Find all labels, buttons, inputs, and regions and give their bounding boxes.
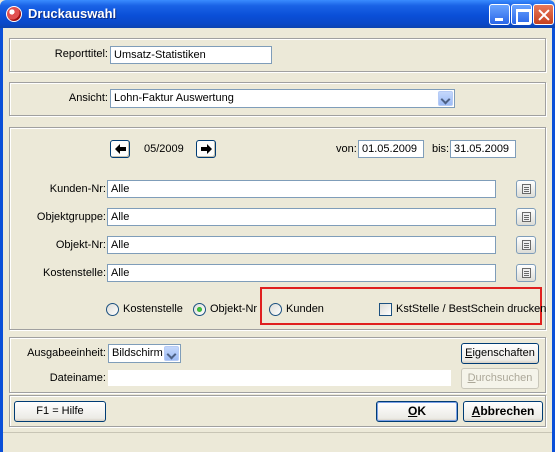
status-bar bbox=[3, 432, 552, 452]
view-select-value: Lohn-Faktur Auswertung bbox=[114, 92, 234, 104]
window-title: Druckauswahl bbox=[28, 6, 117, 21]
print-cost-center-label: KstStelle / BestSchein drucken bbox=[396, 303, 547, 315]
from-date-label: von: bbox=[336, 143, 357, 155]
object-group-label: Objektgruppe: bbox=[36, 211, 106, 223]
customer-label: Kunden-Nr: bbox=[49, 183, 106, 195]
radio-objekt-nr[interactable] bbox=[193, 303, 206, 316]
cost-center-label: Kostenstelle: bbox=[43, 267, 106, 279]
report-title-input[interactable]: Umsatz-Statistiken bbox=[110, 46, 272, 64]
title-bar[interactable]: Druckauswahl bbox=[0, 0, 555, 28]
output-device-value: Bildschirm bbox=[112, 347, 163, 359]
properties-button[interactable]: Eigenschaften bbox=[461, 343, 539, 364]
cost-center-input[interactable]: Alle bbox=[107, 264, 496, 282]
cost-center-lookup-button[interactable] bbox=[516, 264, 536, 282]
arrow-left-icon bbox=[115, 144, 126, 154]
radio-kostenstelle-label: Kostenstelle bbox=[123, 303, 183, 315]
to-date-input[interactable]: 31.05.2009 bbox=[450, 140, 516, 158]
chevron-down-icon[interactable] bbox=[164, 346, 179, 361]
close-button[interactable] bbox=[533, 4, 554, 25]
output-panel: Ausgabeeinheit: Bildschirm Eigenschaften… bbox=[9, 337, 546, 393]
view-panel: Ansicht: Lohn-Faktur Auswertung bbox=[9, 82, 546, 116]
filter-panel: 05/2009 von: 01.05.2009 bis: 31.05.2009 … bbox=[9, 127, 546, 330]
window-frame-left bbox=[0, 28, 3, 452]
browse-button[interactable]: Durchsuchen bbox=[461, 368, 539, 389]
filename-input[interactable] bbox=[107, 369, 452, 387]
document-icon bbox=[522, 212, 531, 222]
object-number-input[interactable]: Alle bbox=[107, 236, 496, 254]
ok-button[interactable]: OK bbox=[376, 401, 458, 422]
document-icon bbox=[522, 240, 531, 250]
radio-kunden-label: Kunden bbox=[286, 303, 324, 315]
object-group-input[interactable]: Alle bbox=[107, 208, 496, 226]
object-group-lookup-button[interactable] bbox=[516, 208, 536, 226]
druckauswahl-window: Druckauswahl Reporttitel: Umsatz-Statist… bbox=[0, 0, 555, 452]
view-label: Ansicht: bbox=[68, 92, 108, 104]
period-month: 05/2009 bbox=[144, 143, 184, 155]
document-icon bbox=[522, 268, 531, 278]
minimize-button[interactable] bbox=[489, 4, 510, 25]
print-cost-center-checkbox[interactable] bbox=[379, 303, 392, 316]
next-month-button[interactable] bbox=[196, 140, 216, 158]
report-title-label: Reporttitel: bbox=[54, 48, 108, 60]
report-title-panel: Reporttitel: Umsatz-Statistiken bbox=[9, 38, 546, 72]
radio-objekt-nr-label: Objekt-Nr bbox=[210, 303, 258, 315]
from-date-input[interactable]: 01.05.2009 bbox=[358, 140, 424, 158]
output-device-label: Ausgabeeinheit: bbox=[27, 347, 106, 359]
previous-month-button[interactable] bbox=[110, 140, 130, 158]
view-select[interactable]: Lohn-Faktur Auswertung bbox=[110, 89, 455, 108]
help-button[interactable]: F1 = Hilfe bbox=[14, 401, 106, 422]
chevron-down-icon[interactable] bbox=[438, 91, 453, 106]
radio-kunden[interactable] bbox=[269, 303, 282, 316]
maximize-button[interactable] bbox=[511, 4, 532, 25]
customer-lookup-button[interactable] bbox=[516, 180, 536, 198]
footer-panel: F1 = Hilfe OK Abbrechen bbox=[9, 395, 546, 427]
document-icon bbox=[522, 184, 531, 194]
app-icon bbox=[6, 6, 22, 22]
filename-label: Dateiname: bbox=[49, 372, 106, 384]
output-device-select[interactable]: Bildschirm bbox=[108, 344, 181, 363]
to-date-label: bis: bbox=[432, 143, 450, 155]
customer-input[interactable]: Alle bbox=[107, 180, 496, 198]
radio-kostenstelle[interactable] bbox=[106, 303, 119, 316]
object-number-lookup-button[interactable] bbox=[516, 236, 536, 254]
arrow-right-icon bbox=[201, 144, 212, 154]
cancel-button[interactable]: Abbrechen bbox=[463, 401, 543, 422]
object-number-label: Objekt-Nr: bbox=[55, 239, 106, 251]
